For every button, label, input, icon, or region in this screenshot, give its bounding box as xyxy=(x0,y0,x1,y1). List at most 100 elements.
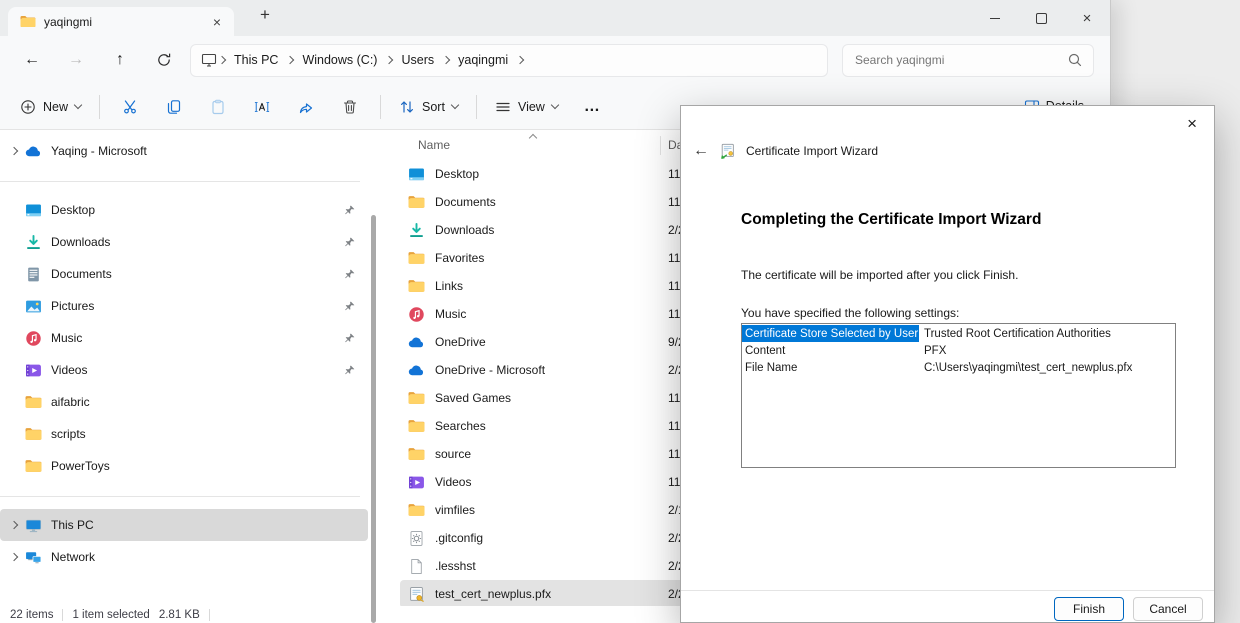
finish-button[interactable]: Finish xyxy=(1054,597,1124,621)
folder-icon xyxy=(408,278,425,295)
explorer-tab[interactable]: yaqingmi × xyxy=(8,7,234,36)
sidebar-item-aifabric[interactable]: aifabric xyxy=(0,386,368,418)
sidebar-item-label: PowerToys xyxy=(51,459,110,473)
setting-key: Certificate Store Selected by User xyxy=(742,325,919,342)
breadcrumb-item-this-pc[interactable]: This PC xyxy=(227,50,285,70)
breadcrumb-chevron-icon xyxy=(386,57,392,63)
sidebar-item-desktop[interactable]: Desktop xyxy=(0,194,368,226)
sidebar-item-label: Pictures xyxy=(51,299,94,313)
statusbar-divider xyxy=(62,609,63,621)
tab-title: yaqingmi xyxy=(44,15,200,29)
back-button[interactable]: ← xyxy=(10,42,54,78)
chevron-right-icon[interactable] xyxy=(6,554,22,560)
search-box[interactable] xyxy=(842,44,1094,77)
videos-icon xyxy=(25,362,42,379)
sidebar-item-pictures[interactable]: Pictures xyxy=(0,290,368,322)
sidebar-item-network[interactable]: Network xyxy=(0,541,368,573)
sidebar-item-scripts[interactable]: scripts xyxy=(0,418,368,450)
view-button[interactable]: View xyxy=(485,91,568,123)
sidebar-item-powertoys[interactable]: PowerToys xyxy=(0,450,368,482)
dialog-header: ← Certificate Import Wizard xyxy=(693,142,878,160)
settings-row-content[interactable]: ContentPFX xyxy=(742,342,1175,359)
file-name: Downloads xyxy=(435,223,494,237)
cert-icon xyxy=(408,586,425,603)
window-close-button[interactable]: × xyxy=(1064,0,1110,36)
up-button[interactable]: ↑ xyxy=(98,42,142,78)
share-button[interactable] xyxy=(284,89,328,125)
monitor-icon xyxy=(201,52,217,68)
videos-icon xyxy=(408,474,425,491)
folder-icon xyxy=(408,502,425,519)
folder-icon xyxy=(20,14,36,30)
file-name: Favorites xyxy=(435,251,484,265)
downloads-icon xyxy=(25,234,42,251)
search-input[interactable] xyxy=(853,52,1067,68)
sort-ascending-caret-icon[interactable] xyxy=(529,134,537,142)
column-divider[interactable] xyxy=(660,136,661,155)
sort-button[interactable]: Sort xyxy=(389,91,468,123)
item-count: 22 items xyxy=(10,609,53,621)
minimize-button[interactable] xyxy=(972,0,1018,36)
sidebar-item-yaqing-microsoft[interactable]: Yaqing - Microsoft xyxy=(0,135,368,167)
sidebar-item-label: Music xyxy=(51,331,82,345)
more-options-button[interactable]: … xyxy=(568,98,617,116)
file-name: .gitconfig xyxy=(435,531,483,545)
sidebar-divider xyxy=(0,496,360,497)
cancel-button[interactable]: Cancel xyxy=(1133,597,1203,621)
sidebar-item-label: Downloads xyxy=(51,235,110,249)
breadcrumb-item-windows-c[interactable]: Windows (C:) xyxy=(295,50,384,70)
folder-icon xyxy=(408,446,425,463)
dialog-close-icon[interactable]: × xyxy=(1180,112,1204,136)
copy-button[interactable] xyxy=(152,89,196,125)
desktop-icon xyxy=(25,202,42,219)
sidebar-item-downloads[interactable]: Downloads xyxy=(0,226,368,258)
sidebar-scrollbar[interactable] xyxy=(371,215,376,623)
settings-row-certificate-store-selected-by-user[interactable]: Certificate Store Selected by UserTruste… xyxy=(742,325,1175,342)
sidebar-item-documents[interactable]: Documents xyxy=(0,258,368,290)
sidebar-divider xyxy=(0,181,360,182)
dialog-back-icon[interactable]: ← xyxy=(693,142,709,160)
chevron-right-icon[interactable] xyxy=(6,148,22,154)
file-name: Desktop xyxy=(435,167,479,181)
chevron-down-icon xyxy=(551,101,559,109)
toolbar-divider xyxy=(99,95,100,119)
sidebar: Yaqing - Microsoft Desktop Downloads Docume… xyxy=(0,131,378,606)
breadcrumb-chevron-icon xyxy=(219,57,225,63)
trash-icon xyxy=(342,99,358,115)
paste-icon xyxy=(210,99,226,115)
column-header-name[interactable]: Name xyxy=(418,138,450,152)
sidebar-item-music[interactable]: Music xyxy=(0,322,368,354)
gearfile-icon xyxy=(408,530,425,547)
sidebar-item-this-pc[interactable]: This PC xyxy=(0,509,368,541)
file-name: source xyxy=(435,447,471,461)
folder-icon xyxy=(408,250,425,267)
tab-close-icon[interactable]: × xyxy=(208,14,226,30)
refresh-button[interactable] xyxy=(142,42,186,78)
settings-row-file-name[interactable]: File NameC:\Users\yaqingmi\test_cert_new… xyxy=(742,359,1175,376)
breadcrumb-item-users[interactable]: Users xyxy=(394,50,441,70)
new-button[interactable]: New xyxy=(10,91,91,123)
maximize-button[interactable] xyxy=(1018,0,1064,36)
folder-icon xyxy=(408,418,425,435)
address-bar[interactable]: This PC Windows (C:) Users yaqingmi xyxy=(190,44,828,77)
rename-button[interactable] xyxy=(240,89,284,125)
pin-icon xyxy=(344,364,356,376)
search-icon xyxy=(1067,52,1083,68)
sidebar-item-videos[interactable]: Videos xyxy=(0,354,368,386)
file-name: .lesshst xyxy=(435,559,476,573)
cloud-icon xyxy=(25,143,42,160)
file-name: Videos xyxy=(435,475,471,489)
desktop-background: yaqingmi × + × ← → ↑ This PC Windows (C:)… xyxy=(0,0,1240,623)
sort-button-label: Sort xyxy=(422,100,445,114)
tab-bar: yaqingmi × + × xyxy=(0,0,1110,36)
cut-button[interactable] xyxy=(108,89,152,125)
navigation-bar: ← → ↑ This PC Windows (C:) Users yaqingmi xyxy=(0,36,1110,84)
forward-button[interactable]: → xyxy=(54,42,98,78)
chevron-right-icon[interactable] xyxy=(6,522,22,528)
breadcrumb-item-yaqingmi[interactable]: yaqingmi xyxy=(451,50,515,70)
new-tab-button[interactable]: + xyxy=(252,5,278,25)
settings-table[interactable]: Certificate Store Selected by UserTruste… xyxy=(741,323,1176,468)
delete-button[interactable] xyxy=(328,89,372,125)
sidebar-item-label: Documents xyxy=(51,267,112,281)
paste-button[interactable] xyxy=(196,89,240,125)
